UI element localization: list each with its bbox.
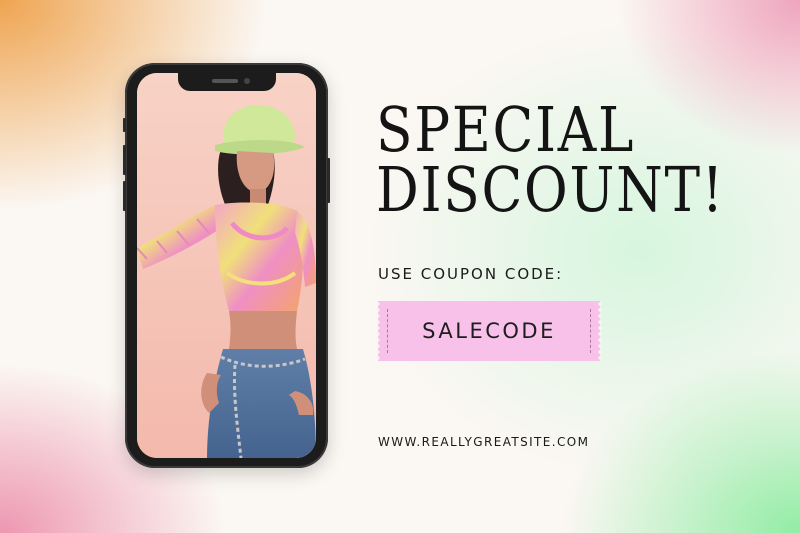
phone-side-button (123, 118, 126, 132)
coupon-ticket: SALECODE (375, 301, 603, 361)
phone-mockup (123, 63, 330, 468)
phone-power-button (327, 158, 330, 203)
phone-notch (177, 73, 276, 91)
phone-camera-icon (243, 78, 250, 84)
phone-screen (137, 73, 316, 458)
phone-volume-up-button (123, 145, 126, 175)
phone-speaker (211, 79, 238, 83)
coupon-label: USE COUPON CODE: (378, 265, 564, 283)
headline-line-1: SPECIAL (376, 93, 636, 166)
coupon-code: SALECODE (422, 319, 556, 343)
phone-volume-down-button (123, 181, 126, 211)
headline: SPECIAL DISCOUNT! (376, 93, 725, 226)
website-url: WWW.REALLYGREATSITE.COM (378, 435, 590, 449)
headline-line-2: DISCOUNT! (376, 153, 725, 226)
model-photo (137, 73, 316, 458)
